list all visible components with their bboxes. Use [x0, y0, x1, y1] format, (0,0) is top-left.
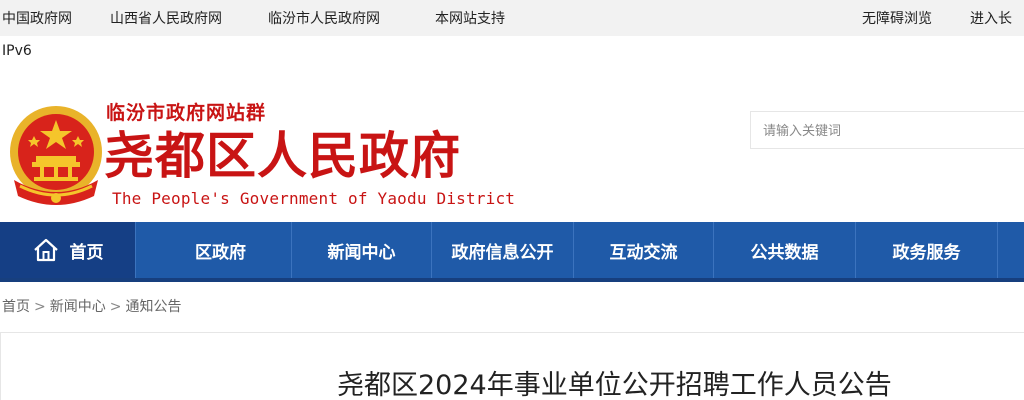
site-english-title: The People's Government of Yaodu Distric…	[112, 189, 516, 208]
enter-elder-mode-link[interactable]: 进入长	[970, 8, 1012, 28]
article-title: 尧都区2024年事业单位公开招聘工作人员公告	[337, 370, 892, 400]
nav-item-gov-info[interactable]: 政府信息公开	[432, 222, 574, 278]
search-input[interactable]	[751, 112, 1024, 148]
nav-label-home: 首页	[69, 242, 104, 263]
breadcrumb-separator: >	[109, 299, 122, 315]
nav-label: 政务服务	[892, 242, 961, 263]
nav-label: 互动交流	[609, 242, 678, 263]
site-group-label: 临汾市政府网站群	[106, 102, 267, 124]
link-shanxi-gov[interactable]: 山西省人民政府网	[110, 8, 222, 28]
ipv6-label: IPv6	[2, 43, 32, 59]
breadcrumb-separator: >	[34, 299, 46, 315]
link-linfen-gov[interactable]: 临汾市人民政府网	[268, 8, 380, 28]
nav-label: 新闻中心	[327, 242, 396, 263]
link-site-support[interactable]: 本网站支持	[435, 8, 505, 28]
breadcrumb-news[interactable]: 新闻中心	[50, 296, 106, 316]
search-box	[750, 111, 1024, 149]
nav-label: 区政府	[195, 242, 246, 263]
link-china-gov[interactable]: 中国政府网	[2, 8, 72, 28]
breadcrumb-notices[interactable]: 通知公告	[125, 296, 181, 316]
home-icon	[33, 238, 58, 262]
top-bar: 中国政府网 山西省人民政府网 临汾市人民政府网 本网站支持 无障碍浏览 进入长	[0, 0, 1024, 36]
nav-item-district-gov[interactable]: 区政府	[150, 222, 292, 278]
breadcrumb-home[interactable]: 首页	[2, 296, 30, 316]
nav-item-news[interactable]: 新闻中心	[292, 222, 432, 278]
main-nav: 首页 区政府 新闻中心 政府信息公开 互动交流 公共数据 政务服务	[0, 222, 1024, 282]
nav-item-interaction[interactable]: 互动交流	[574, 222, 714, 278]
breadcrumb: 首页 > 新闻中心 > 通知公告	[2, 296, 181, 316]
nav-item-home[interactable]: 首页	[0, 222, 136, 278]
nav-item-public-data[interactable]: 公共数据	[714, 222, 856, 278]
nav-item-gov-services[interactable]: 政务服务	[856, 222, 998, 278]
nav-label: 政府信息公开	[451, 242, 554, 263]
accessibility-link[interactable]: 无障碍浏览	[862, 8, 932, 28]
site-title: 尧都区人民政府	[104, 126, 461, 185]
nav-label: 公共数据	[750, 242, 819, 263]
national-emblem-icon	[10, 106, 102, 205]
